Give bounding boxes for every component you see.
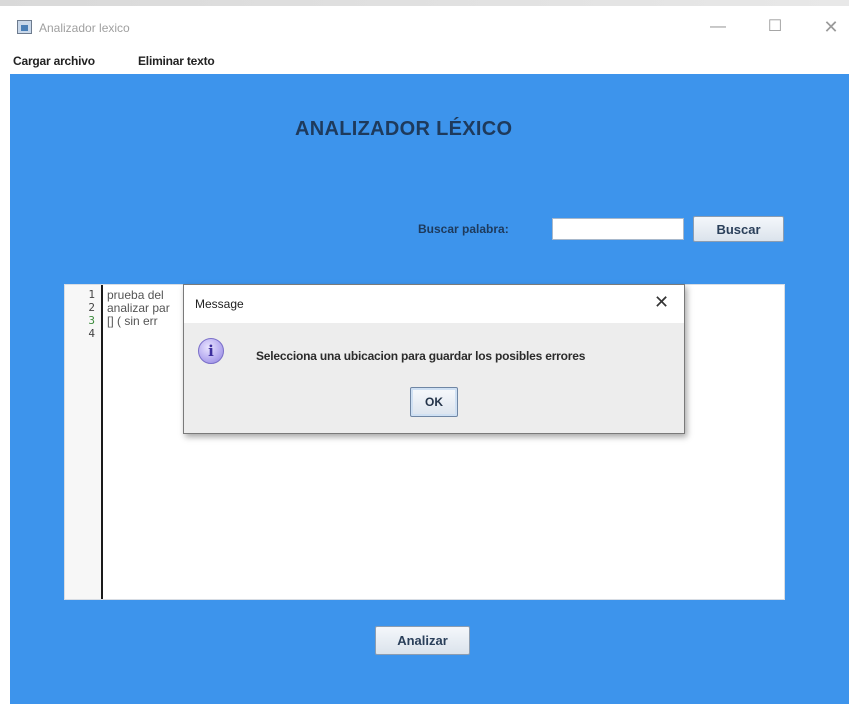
search-button[interactable]: Buscar bbox=[693, 216, 784, 242]
analyze-button[interactable]: Analizar bbox=[375, 626, 470, 655]
editor-line[interactable]: prueba del bbox=[107, 289, 164, 301]
line-number: 2 bbox=[88, 301, 95, 314]
minimize-icon[interactable]: — bbox=[704, 17, 732, 37]
close-icon[interactable]: ✕ bbox=[817, 17, 845, 37]
search-input[interactable] bbox=[552, 218, 684, 240]
window-title: Analizador lexico bbox=[39, 21, 130, 35]
menu-item-eliminar-texto[interactable]: Eliminar texto bbox=[138, 54, 215, 68]
menu-bar: Cargar archivo Eliminar texto bbox=[10, 48, 849, 74]
info-icon: i bbox=[198, 338, 224, 364]
line-number: 4 bbox=[88, 327, 95, 340]
screen: Analizador lexico — ☐ ✕ Cargar archivo E… bbox=[0, 0, 849, 704]
page-title: ANALIZADOR LÉXICO bbox=[295, 118, 513, 140]
app-icon bbox=[17, 20, 32, 34]
line-number: 3 bbox=[88, 314, 95, 327]
maximize-icon[interactable]: ☐ bbox=[761, 17, 789, 37]
message-dialog: Message ✕ i Selecciona una ubicacion par… bbox=[183, 284, 685, 434]
line-number-gutter: 1 2 3 4 bbox=[65, 285, 103, 599]
editor-line[interactable]: analizar par bbox=[107, 302, 170, 314]
window-titlebar: Analizador lexico — ☐ ✕ bbox=[10, 8, 849, 48]
dialog-title: Message bbox=[195, 297, 244, 311]
dialog-close-icon[interactable]: ✕ bbox=[654, 293, 669, 311]
dialog-titlebar: Message ✕ bbox=[184, 285, 684, 323]
search-label: Buscar palabra: bbox=[418, 222, 509, 236]
dialog-message: Selecciona una ubicacion para guardar lo… bbox=[256, 349, 586, 363]
line-number: 1 bbox=[88, 288, 95, 301]
editor-line[interactable]: [] ( sin err bbox=[107, 315, 158, 327]
menu-item-cargar-archivo[interactable]: Cargar archivo bbox=[13, 54, 95, 68]
top-strip bbox=[0, 0, 849, 6]
ok-button[interactable]: OK bbox=[410, 387, 458, 417]
